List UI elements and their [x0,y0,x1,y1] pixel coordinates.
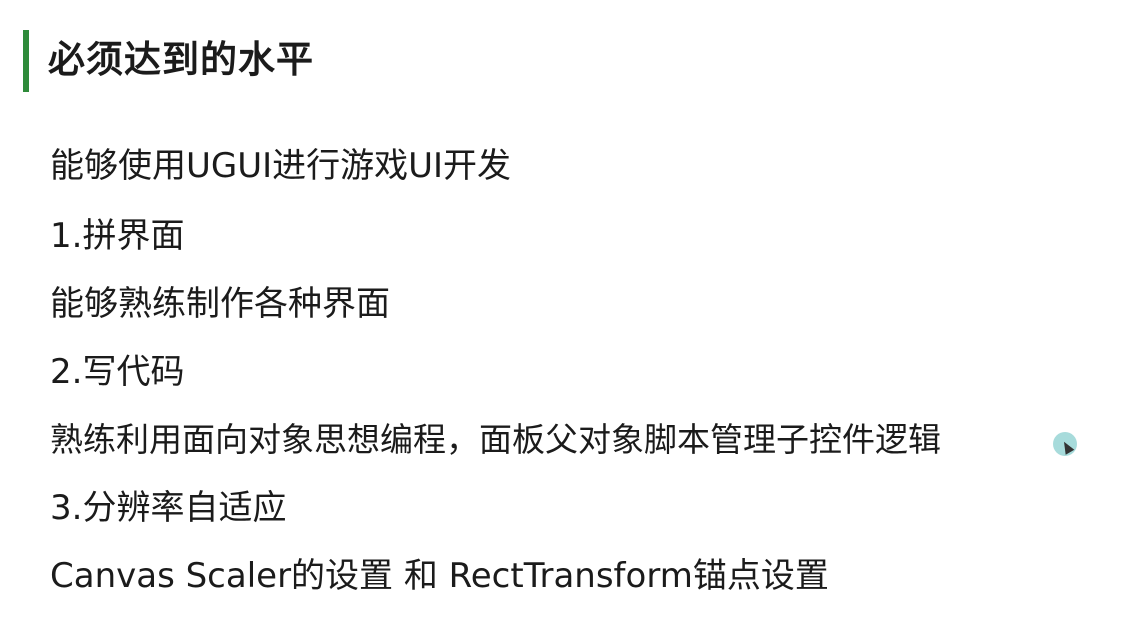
title-accent-bar [23,30,29,92]
content-line-step-1: 1.拼界面 [50,216,185,256]
slide: 必须达到的水平 能够使用UGUI进行游戏UI开发 1.拼界面 能够熟练制作各种界… [0,0,1129,629]
content-line-step-3-detail: Canvas Scaler的设置 和 RectTransform锚点设置 [50,556,829,596]
content-line-step-1-detail: 能够熟练制作各种界面 [50,284,390,324]
content-line-goal: 能够使用UGUI进行游戏UI开发 [50,146,512,186]
slide-title: 必须达到的水平 [48,38,314,81]
content-line-step-2: 2.写代码 [50,352,185,392]
content-line-step-2-detail: 熟练利用面向对象思想编程，面板父对象脚本管理子控件逻辑 [50,420,941,459]
content-line-step-3: 3.分辨率自适应 [50,488,287,528]
